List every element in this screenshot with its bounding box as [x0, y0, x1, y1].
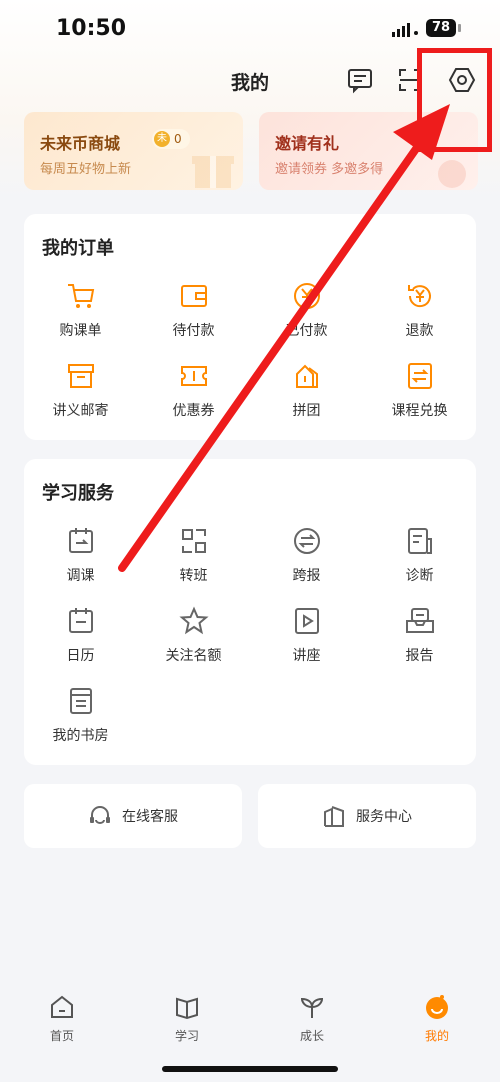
study-item-my-study[interactable]: 我的书房 — [24, 685, 137, 755]
invite-title: 邀请有礼 — [275, 134, 340, 153]
order-item-label: 讲义邮寄 — [52, 403, 109, 419]
order-item-label: 课程兑换 — [391, 403, 448, 419]
study-item-calendar[interactable]: 日历 — [24, 605, 137, 675]
orders-card: 我的订单 购课单 待付款 已付款 退款 讲义邮寄 优惠券 拼团 课程兑换 — [24, 214, 476, 440]
study-item-label: 讲座 — [292, 648, 321, 664]
status-time: 10:50 — [56, 16, 127, 41]
play-doc-icon — [294, 608, 319, 634]
nav-tab-growth[interactable]: 成长 — [272, 993, 352, 1044]
order-item-coupon[interactable]: 优惠券 — [137, 360, 250, 430]
order-item-group-buy[interactable]: 拼团 — [250, 360, 363, 430]
coin-icon: 未 — [154, 131, 170, 147]
orders-title: 我的订单 — [42, 238, 114, 259]
order-item-label: 拼团 — [292, 403, 321, 419]
nav-tab-home[interactable]: 首页 — [22, 993, 102, 1044]
profile-icon — [426, 995, 448, 1019]
coin-mall-banner[interactable]: 未来币商城 未 0 每周五好物上新 — [24, 112, 243, 190]
order-item-refund[interactable]: 退款 — [363, 280, 476, 350]
invite-deco-icon — [438, 160, 466, 188]
star-icon — [178, 606, 209, 635]
study-services-card: 学习服务 调课 转班 跨报 诊断 日历 关注名额 讲座 报告 我的书房 — [24, 459, 476, 765]
study-item-label: 调课 — [66, 568, 95, 584]
study-item-reschedule[interactable]: 调课 — [24, 525, 137, 595]
exchange-icon — [407, 363, 432, 389]
online-support-button[interactable]: 在线客服 — [24, 784, 242, 848]
study-item-label: 跨报 — [292, 568, 321, 584]
signal-icon — [392, 23, 418, 37]
study-item-label: 报告 — [405, 648, 434, 664]
order-item-label: 退款 — [405, 323, 434, 339]
order-item-cart[interactable]: 购课单 — [24, 280, 137, 350]
nav-tab-mine[interactable]: 我的 — [397, 993, 477, 1044]
study-item-follow-quota[interactable]: 关注名额 — [137, 605, 250, 675]
service-center-button[interactable]: 服务中心 — [258, 784, 476, 848]
coin-mall-subtitle: 每周五好物上新 — [40, 162, 132, 177]
order-item-course-exchange[interactable]: 课程兑换 — [363, 360, 476, 430]
calendar-icon — [68, 608, 93, 633]
study-item-report[interactable]: 报告 — [363, 605, 476, 675]
swap-circle-icon — [293, 528, 320, 554]
group-buy-icon — [295, 364, 318, 388]
gift-icon — [192, 156, 234, 188]
battery-tip — [458, 24, 461, 32]
annotation-highlight-box — [417, 48, 492, 152]
wallet-icon — [180, 285, 207, 307]
order-item-paid[interactable]: 已付款 — [250, 280, 363, 350]
nav-label: 我的 — [424, 1029, 449, 1043]
study-item-diagnosis[interactable]: 诊断 — [363, 525, 476, 595]
study-item-label: 我的书房 — [52, 728, 109, 744]
study-item-label: 日历 — [66, 648, 95, 664]
headset-icon — [90, 806, 110, 824]
building-icon — [324, 806, 344, 827]
bookshelf-icon — [69, 688, 92, 714]
online-support-label: 在线客服 — [122, 809, 178, 825]
nav-label: 学习 — [174, 1029, 199, 1043]
coin-mall-title: 未来币商城 — [40, 134, 121, 153]
invite-subtitle: 邀请领券 多邀多得 — [275, 162, 384, 177]
order-item-label: 优惠券 — [172, 403, 215, 419]
box-icon — [67, 364, 94, 388]
report-doc-icon — [407, 528, 432, 554]
cart-icon — [67, 284, 94, 308]
study-services-title: 学习服务 — [42, 483, 114, 504]
order-item-handout-mail[interactable]: 讲义邮寄 — [24, 360, 137, 430]
transfer-icon — [181, 529, 206, 553]
study-item-label: 诊断 — [405, 568, 434, 584]
yuan-circle-icon — [293, 283, 320, 309]
sprout-icon — [300, 997, 324, 1018]
coupon-icon — [180, 366, 207, 386]
battery-indicator: 78 — [426, 19, 456, 37]
home-indicator — [162, 1066, 338, 1072]
study-item-label: 关注名额 — [165, 648, 222, 664]
message-icon[interactable] — [346, 66, 374, 94]
home-icon — [51, 995, 73, 1018]
service-center-label: 服务中心 — [356, 809, 412, 825]
book-icon — [176, 997, 198, 1020]
refund-icon — [407, 285, 431, 308]
order-item-pending-payment[interactable]: 待付款 — [137, 280, 250, 350]
study-item-transfer[interactable]: 转班 — [137, 525, 250, 595]
nav-label: 首页 — [49, 1029, 74, 1043]
order-item-label: 购课单 — [59, 323, 102, 339]
nav-tab-study[interactable]: 学习 — [147, 993, 227, 1044]
order-item-label: 待付款 — [172, 323, 215, 339]
calendar-switch-icon — [68, 528, 93, 553]
study-item-lecture[interactable]: 讲座 — [250, 605, 363, 675]
study-item-label: 转班 — [179, 568, 208, 584]
coin-count: 0 — [174, 132, 182, 146]
inbox-icon — [405, 608, 434, 633]
nav-label: 成长 — [299, 1029, 324, 1043]
study-item-cross-enroll[interactable]: 跨报 — [250, 525, 363, 595]
order-item-label: 已付款 — [285, 323, 328, 339]
coin-balance-badge: 未 0 — [152, 129, 190, 149]
